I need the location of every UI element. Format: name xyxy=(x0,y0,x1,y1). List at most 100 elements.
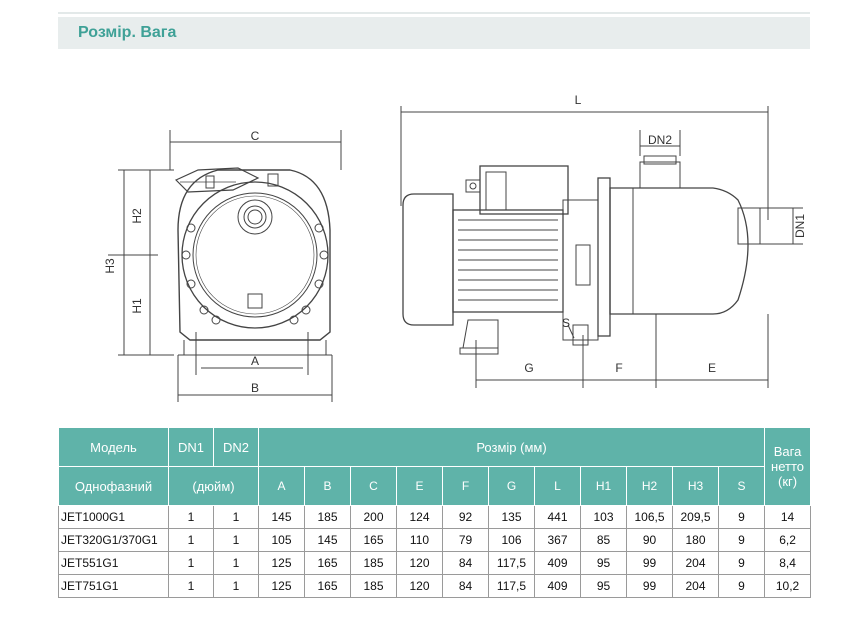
cell-a: 125 xyxy=(258,574,305,598)
cell-weight: 14 xyxy=(764,505,812,529)
cell-h1: 103 xyxy=(580,505,627,529)
th-col-c: C xyxy=(350,466,397,506)
th-phase: Однофазний xyxy=(58,466,169,506)
cell-f: 84 xyxy=(442,551,489,575)
cell-a: 105 xyxy=(258,528,305,552)
cell-l: 409 xyxy=(534,551,581,575)
cell-model: JET1000G1 xyxy=(58,505,169,529)
label-g: G xyxy=(524,361,533,375)
section-header: Розмір. Вага xyxy=(58,17,810,49)
cell-weight: 6,2 xyxy=(764,528,812,552)
label-f: F xyxy=(615,361,622,375)
th-col-h3: H3 xyxy=(672,466,719,506)
th-model: Модель xyxy=(58,427,169,467)
th-col-e: E xyxy=(396,466,443,506)
cell-h3: 204 xyxy=(672,551,719,575)
cell-dn1: 1 xyxy=(168,574,214,598)
cell-dn1: 1 xyxy=(168,528,214,552)
cell-h1: 95 xyxy=(580,551,627,575)
th-col-b: B xyxy=(304,466,351,506)
table-row: JET751G1 1 1 125 165 185 120 84 117,5 40… xyxy=(58,574,812,598)
cell-h2: 106,5 xyxy=(626,505,673,529)
cell-dn1: 1 xyxy=(168,505,214,529)
cell-c: 200 xyxy=(350,505,397,529)
table-row: JET551G1 1 1 125 165 185 120 84 117,5 40… xyxy=(58,551,812,575)
cell-h3: 180 xyxy=(672,528,719,552)
table-row: JET320G1/370G1 1 1 105 145 165 110 79 10… xyxy=(58,528,812,552)
cell-g: 106 xyxy=(488,528,535,552)
cell-model: JET320G1/370G1 xyxy=(58,528,169,552)
cell-h2: 99 xyxy=(626,574,673,598)
label-e: E xyxy=(708,361,716,375)
cell-s: 9 xyxy=(717,574,766,598)
th-weight-label: Вага нетто xyxy=(771,444,805,474)
cell-c: 165 xyxy=(350,528,397,552)
label-l: L xyxy=(575,93,582,107)
cell-g: 117,5 xyxy=(488,551,535,575)
th-weight: Вага нетто (кг) xyxy=(764,427,812,506)
th-col-s: S xyxy=(717,466,766,506)
cell-f: 79 xyxy=(442,528,489,552)
th-col-g: G xyxy=(488,466,535,506)
label-h2: H2 xyxy=(130,208,144,224)
cell-f: 92 xyxy=(442,505,489,529)
label-a: A xyxy=(251,354,259,368)
th-col-f: F xyxy=(442,466,489,506)
dimension-drawing: C H3 H2 H1 A B L DN2 DN1 S G F E xyxy=(103,93,807,402)
cell-h3: 204 xyxy=(672,574,719,598)
cell-g: 135 xyxy=(488,505,535,529)
cell-l: 367 xyxy=(534,528,581,552)
th-weight-unit: (кг) xyxy=(777,474,798,489)
label-dn2: DN2 xyxy=(648,133,672,147)
front-view xyxy=(108,130,342,402)
cell-dn2: 1 xyxy=(213,551,259,575)
label-s: S xyxy=(562,316,570,330)
th-col-h1: H1 xyxy=(580,466,627,506)
label-b: B xyxy=(251,381,259,395)
th-dn2: DN2 xyxy=(213,427,259,467)
cell-s: 9 xyxy=(717,528,766,552)
label-c: C xyxy=(251,129,260,143)
cell-b: 145 xyxy=(304,528,351,552)
cell-dn2: 1 xyxy=(213,505,259,529)
cell-h1: 85 xyxy=(580,528,627,552)
label-dn1: DN1 xyxy=(793,214,807,238)
cell-model: JET751G1 xyxy=(58,574,169,598)
cell-e: 120 xyxy=(396,551,443,575)
table-header-row-2: Однофазний (дюйм) A B C E F G L H1 H2 H3… xyxy=(58,466,811,506)
cell-dn1: 1 xyxy=(168,551,214,575)
cell-b: 165 xyxy=(304,551,351,575)
cell-b: 165 xyxy=(304,574,351,598)
cell-g: 117,5 xyxy=(488,574,535,598)
cell-weight: 8,4 xyxy=(764,551,812,575)
pump-drawing: C H3 H2 H1 A B L DN2 DN1 S G F E xyxy=(58,70,810,420)
cell-c: 185 xyxy=(350,574,397,598)
cell-l: 409 xyxy=(534,574,581,598)
cell-weight: 10,2 xyxy=(764,574,812,598)
cell-a: 125 xyxy=(258,551,305,575)
section-title: Розмір. Вага xyxy=(78,24,177,41)
top-divider xyxy=(58,12,810,14)
cell-h3: 209,5 xyxy=(672,505,719,529)
cell-e: 120 xyxy=(396,574,443,598)
cell-e: 124 xyxy=(396,505,443,529)
side-view xyxy=(400,106,803,388)
cell-e: 110 xyxy=(396,528,443,552)
th-inch: (дюйм) xyxy=(168,466,259,506)
cell-h1: 95 xyxy=(580,574,627,598)
th-dn1: DN1 xyxy=(168,427,214,467)
th-col-l: L xyxy=(534,466,581,506)
cell-a: 145 xyxy=(258,505,305,529)
cell-dn2: 1 xyxy=(213,528,259,552)
cell-s: 9 xyxy=(717,551,766,575)
th-col-a: A xyxy=(258,466,305,506)
cell-model: JET551G1 xyxy=(58,551,169,575)
cell-s: 9 xyxy=(717,505,766,529)
th-size-mm: Розмір (мм) xyxy=(257,427,766,467)
cell-f: 84 xyxy=(442,574,489,598)
table-header-row-1: Модель DN1 DN2 Розмір (мм) Вага нетто (к… xyxy=(58,427,812,506)
label-h1: H1 xyxy=(130,298,144,314)
cell-l: 441 xyxy=(534,505,581,529)
cell-h2: 99 xyxy=(626,551,673,575)
cell-dn2: 1 xyxy=(213,574,259,598)
